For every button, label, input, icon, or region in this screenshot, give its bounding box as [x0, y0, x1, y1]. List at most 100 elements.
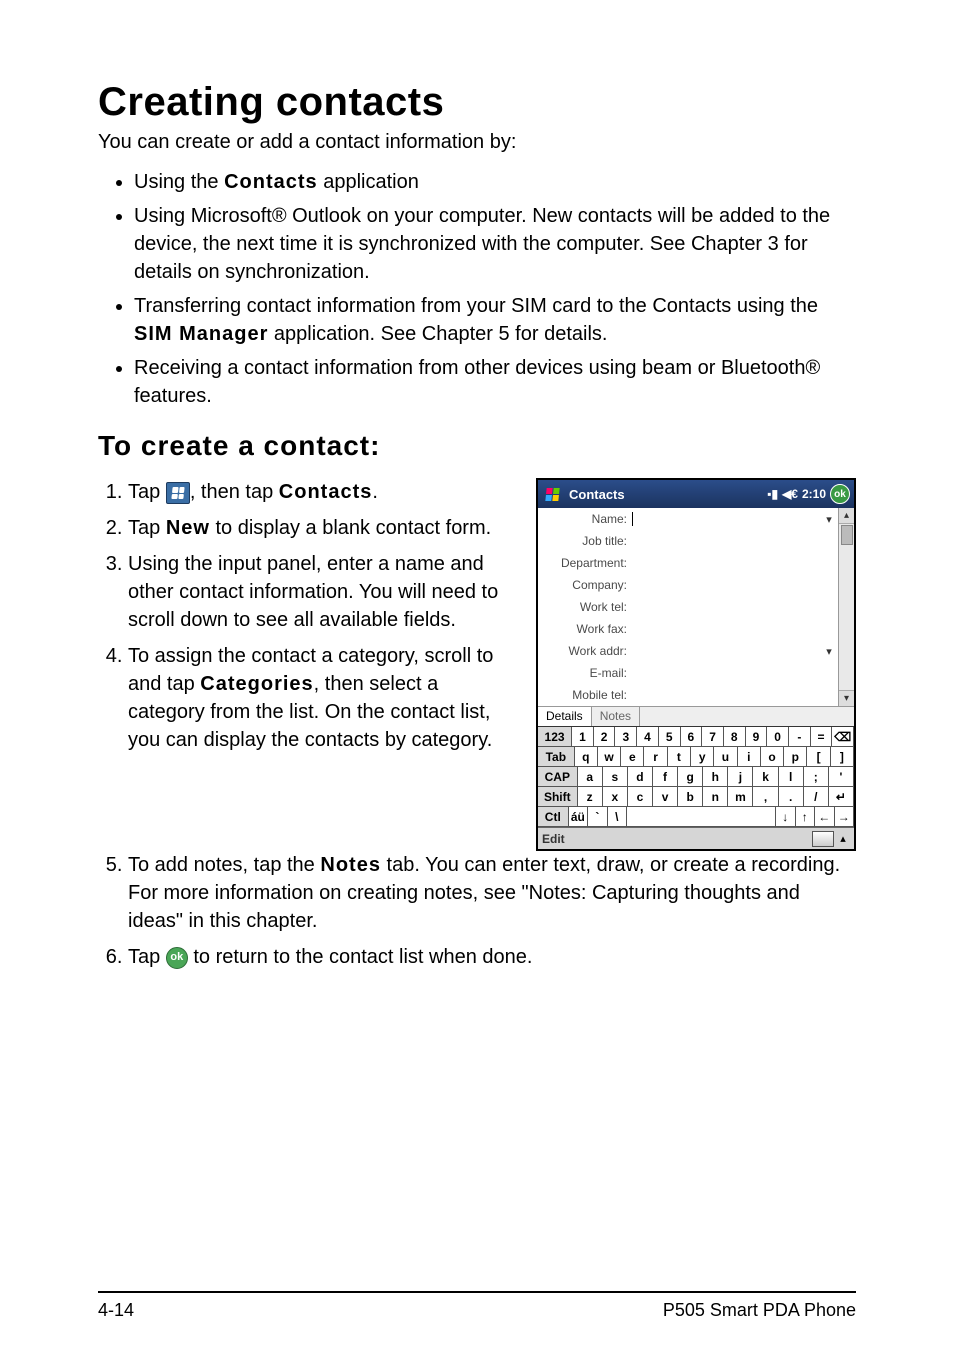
- key-r[interactable]: r: [644, 747, 667, 767]
- sip-arrow-icon[interactable]: ▴: [836, 832, 850, 845]
- pda-command-bar: Edit ▴: [538, 827, 854, 849]
- key-semi[interactable]: ;: [804, 767, 829, 787]
- bullet-4: Receiving a contact information from oth…: [134, 354, 856, 410]
- key-l[interactable]: l: [779, 767, 804, 787]
- key-s[interactable]: s: [603, 767, 628, 787]
- field-company-label: Company:: [538, 578, 630, 592]
- key-backspace[interactable]: ⌫: [832, 727, 854, 747]
- pda-title-bar: Contacts ▪▮◀€2:10 ok: [538, 480, 854, 508]
- key-0[interactable]: 0: [767, 727, 789, 747]
- key-9[interactable]: 9: [746, 727, 768, 747]
- pda-ok-button[interactable]: ok: [830, 484, 850, 504]
- key-1[interactable]: 1: [572, 727, 594, 747]
- step-5-a: To add notes, tap the: [128, 854, 320, 876]
- key-space[interactable]: [627, 807, 776, 827]
- sim-manager-word: SIM Manager: [134, 323, 268, 345]
- field-email-input[interactable]: [630, 664, 836, 682]
- key-eq[interactable]: =: [811, 727, 833, 747]
- key-p[interactable]: p: [784, 747, 807, 767]
- field-email-label: E-mail:: [538, 666, 630, 680]
- field-name-input[interactable]: [630, 510, 822, 528]
- key-3[interactable]: 3: [615, 727, 637, 747]
- key-q[interactable]: q: [575, 747, 598, 767]
- key-v[interactable]: v: [653, 787, 678, 807]
- key-o[interactable]: o: [761, 747, 784, 767]
- key-left[interactable]: ←: [815, 807, 835, 827]
- key-comma[interactable]: ,: [753, 787, 778, 807]
- dropdown-icon[interactable]: ▾: [822, 513, 836, 526]
- scroll-down-icon[interactable]: ▾: [839, 690, 854, 706]
- key-5[interactable]: 5: [659, 727, 681, 747]
- key-i[interactable]: i: [738, 747, 761, 767]
- key-g[interactable]: g: [678, 767, 703, 787]
- key-y[interactable]: y: [691, 747, 714, 767]
- field-mobile-input[interactable]: [630, 686, 836, 704]
- key-m[interactable]: m: [728, 787, 753, 807]
- key-2[interactable]: 2: [594, 727, 616, 747]
- key-ctl[interactable]: Ctl: [538, 807, 569, 827]
- dropdown-icon[interactable]: ▾: [822, 645, 836, 658]
- key-backtick[interactable]: `: [588, 807, 608, 827]
- key-slash[interactable]: /: [804, 787, 829, 807]
- field-worktel-input[interactable]: [630, 598, 836, 616]
- key-h[interactable]: h: [703, 767, 728, 787]
- key-z[interactable]: z: [578, 787, 603, 807]
- pda-edit-label[interactable]: Edit: [542, 832, 812, 846]
- scroll-thumb[interactable]: [841, 525, 853, 545]
- key-6[interactable]: 6: [681, 727, 703, 747]
- bullet-1-pre: Using the: [134, 171, 224, 193]
- scroll-up-icon[interactable]: ▴: [839, 508, 854, 524]
- key-t[interactable]: t: [668, 747, 691, 767]
- key-shift[interactable]: Shift: [538, 787, 578, 807]
- field-company-input[interactable]: [630, 576, 836, 594]
- key-c[interactable]: c: [628, 787, 653, 807]
- key-7[interactable]: 7: [702, 727, 724, 747]
- step-6-a: Tap: [128, 946, 166, 968]
- key-d[interactable]: d: [628, 767, 653, 787]
- key-lbr[interactable]: [: [807, 747, 830, 767]
- field-jobtitle-input[interactable]: [630, 532, 836, 550]
- key-down[interactable]: ↓: [776, 807, 796, 827]
- key-dash[interactable]: -: [789, 727, 811, 747]
- pda-scrollbar[interactable]: ▴ ▾: [838, 508, 854, 706]
- key-b[interactable]: b: [678, 787, 703, 807]
- key-right[interactable]: →: [835, 807, 855, 827]
- field-workaddr-label: Work addr:: [538, 644, 630, 658]
- key-f[interactable]: f: [653, 767, 678, 787]
- field-workaddr-input[interactable]: [630, 642, 822, 660]
- tab-details[interactable]: Details: [538, 707, 592, 726]
- key-enter[interactable]: ↵: [829, 787, 854, 807]
- step-1-d: .: [372, 481, 378, 503]
- key-rbr[interactable]: ]: [831, 747, 854, 767]
- step-6-b: to return to the contact list when done.: [188, 946, 533, 968]
- bullet-list: Using the Contacts application Using Mic…: [98, 168, 856, 410]
- key-w[interactable]: w: [598, 747, 621, 767]
- key-4[interactable]: 4: [637, 727, 659, 747]
- key-n[interactable]: n: [703, 787, 728, 807]
- pda-tabs: Details Notes: [538, 706, 854, 726]
- step-1: Tap , then tap Contacts.: [128, 478, 510, 506]
- key-8[interactable]: 8: [724, 727, 746, 747]
- key-apos[interactable]: ': [829, 767, 854, 787]
- key-123[interactable]: 123: [538, 727, 572, 747]
- key-tab[interactable]: Tab: [538, 747, 575, 767]
- key-backslash[interactable]: \: [608, 807, 628, 827]
- footer-rule: [98, 1291, 856, 1293]
- tab-notes[interactable]: Notes: [592, 707, 640, 726]
- key-a[interactable]: a: [578, 767, 603, 787]
- field-workfax-input[interactable]: [630, 620, 836, 638]
- key-dot[interactable]: .: [779, 787, 804, 807]
- start-icon: [166, 482, 190, 504]
- keyboard-icon[interactable]: [812, 831, 834, 847]
- field-department-input[interactable]: [630, 554, 836, 572]
- steps-list: Tap , then tap Contacts. Tap New to disp…: [98, 478, 510, 754]
- key-up[interactable]: ↑: [796, 807, 816, 827]
- key-k[interactable]: k: [753, 767, 778, 787]
- pda-keyboard[interactable]: 123 1 2 3 4 5 6 7 8 9 0 - = ⌫ Tab: [538, 726, 854, 827]
- key-x[interactable]: x: [603, 787, 628, 807]
- key-e[interactable]: e: [621, 747, 644, 767]
- key-j[interactable]: j: [728, 767, 753, 787]
- key-cap[interactable]: CAP: [538, 767, 578, 787]
- key-intl[interactable]: áü: [569, 807, 589, 827]
- key-u[interactable]: u: [714, 747, 737, 767]
